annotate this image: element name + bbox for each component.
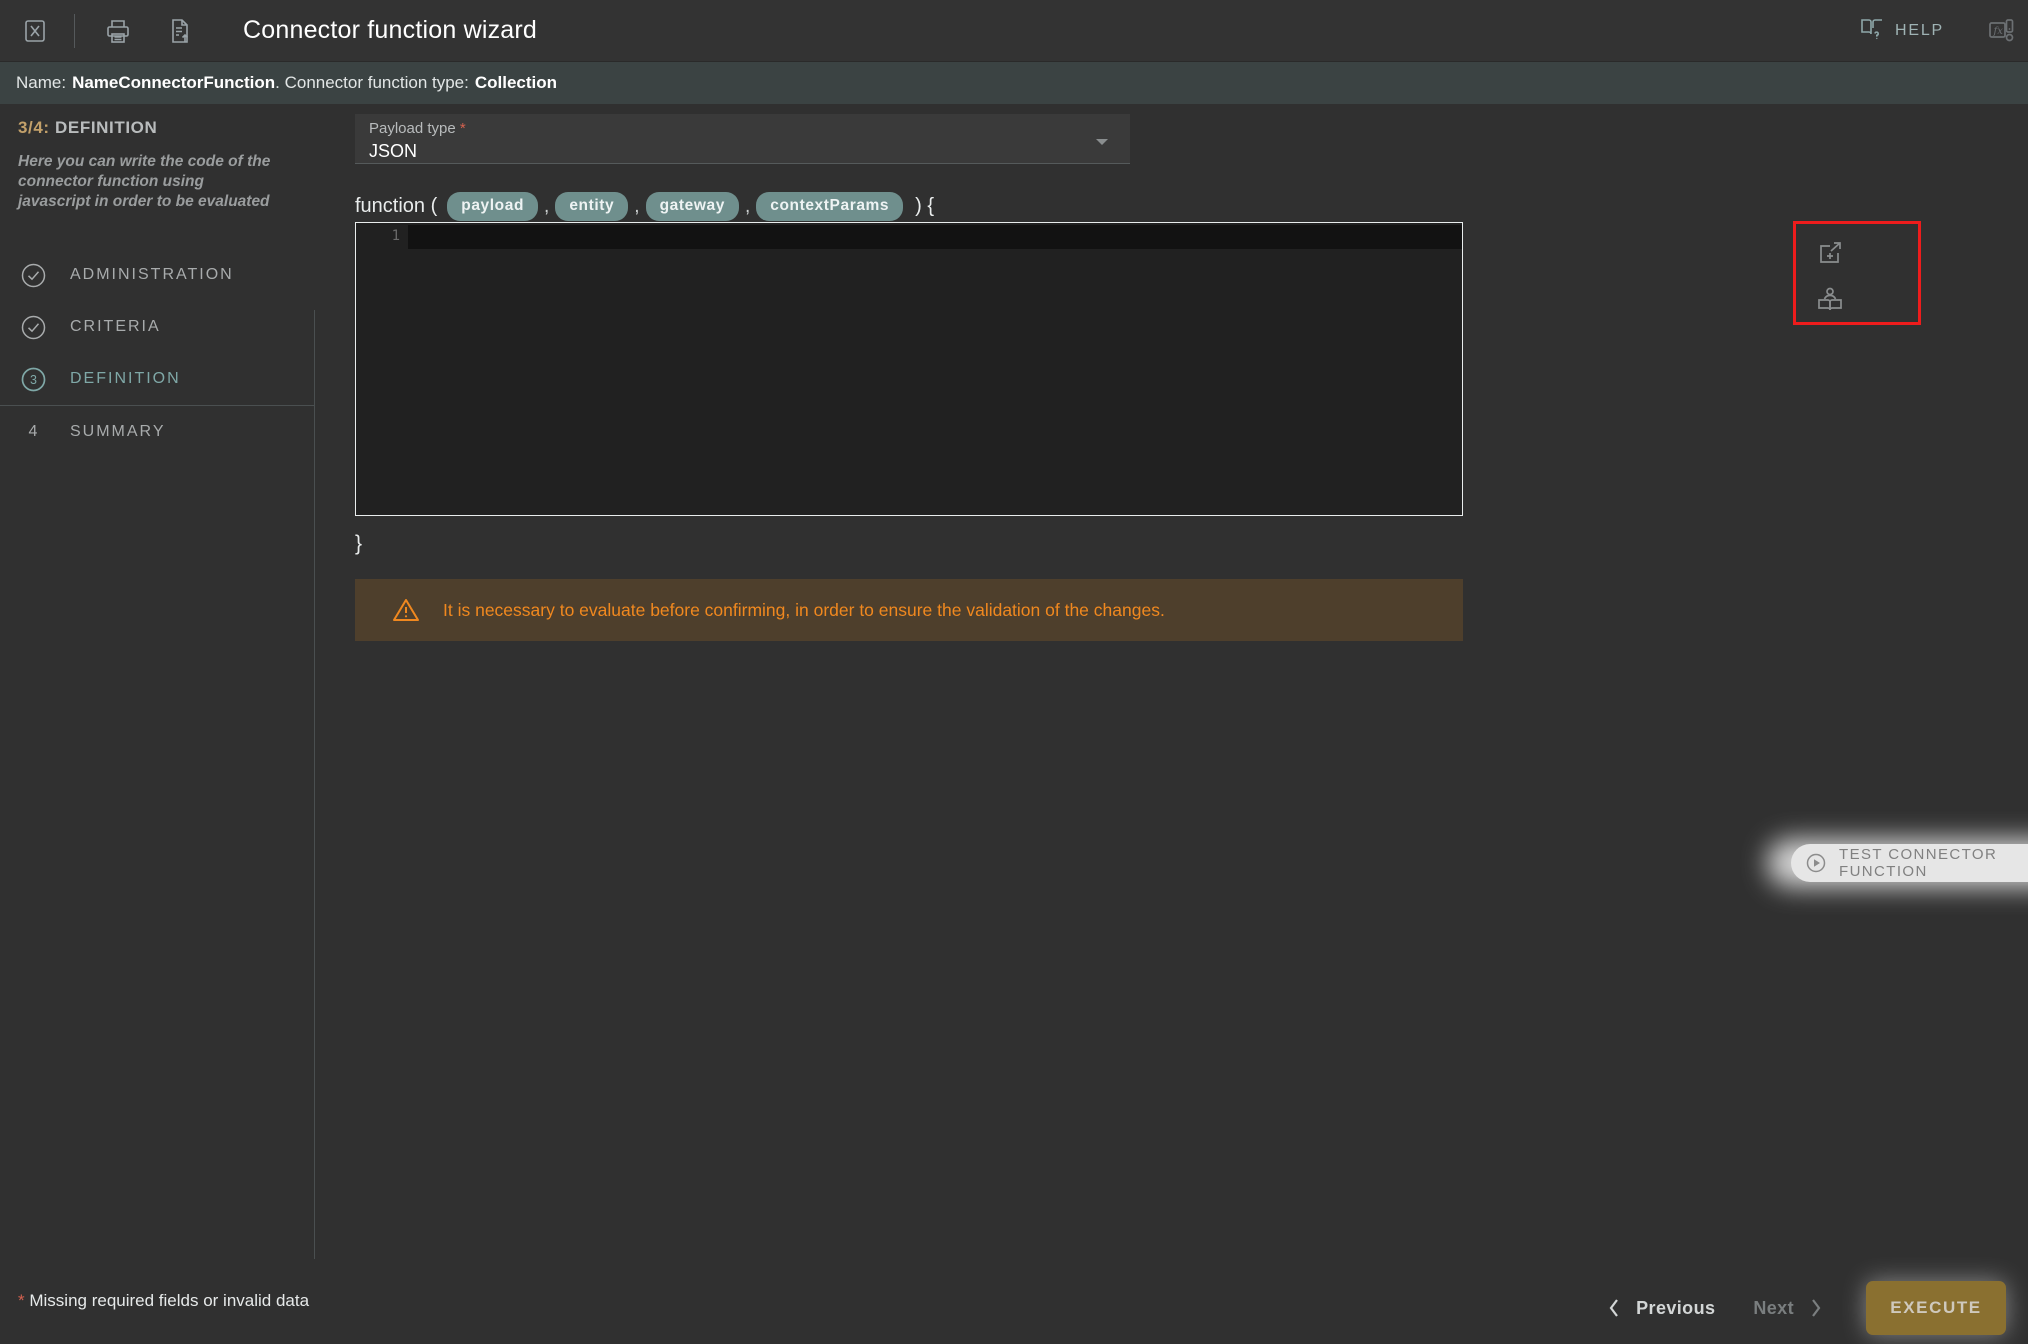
page-title: Connector function wizard [243,16,538,44]
open-in-new-add-icon[interactable] [1812,235,1848,271]
current-step-heading: 3/4: DEFINITION [18,118,315,138]
function-close-brace: } [355,532,363,555]
breadcrumb: Name: NameConnectorFunction . Connector … [0,62,2028,104]
editor-side-actions-highlight [1793,221,1921,325]
missing-fields-text: Missing required fields or invalid data [29,1291,310,1310]
next-button[interactable]: Next [1753,1297,1824,1319]
function-signature: function ( payload , entity , gateway , … [355,192,934,221]
param-separator: , [744,195,751,217]
header-actions: HELP fx [1849,9,2028,52]
current-step-fraction: 3/4: [18,118,50,137]
sidebar-item-administration[interactable]: ADMINISTRATION [0,249,315,301]
test-button-label: TEST CONNECTOR FUNCTION [1839,846,1998,880]
check-circle-icon [18,312,48,342]
missing-fields-note: * Missing required fields or invalid dat… [18,1291,309,1311]
code-input[interactable] [410,225,1460,515]
payload-type-select[interactable]: Payload type * JSON [355,114,1130,164]
editor-line-number: 1 [391,228,400,244]
execute-button-wrapper: EXECUTE [1866,1281,2006,1335]
subheader-name-value: NameConnectorFunction [72,73,276,92]
sidebar-item-label: ADMINISTRATION [70,266,234,284]
person-reading-book-icon[interactable] [1812,282,1848,318]
document-export-icon[interactable] [163,14,197,48]
print-icon[interactable] [101,14,135,48]
main-content: Payload type * JSON function ( payload ,… [315,104,2028,1259]
play-circle-icon [1805,852,1827,874]
close-box-icon[interactable] [18,14,52,48]
payload-type-value: JSON [369,141,418,161]
wizard-footer: * Missing required fields or invalid dat… [0,1259,2028,1344]
param-chip-entity[interactable]: entity [555,192,629,221]
step-description: Here you can write the code of the conne… [18,153,271,210]
svg-text:fx: fx [1993,26,2004,37]
help-button[interactable]: HELP [1849,9,1954,52]
sidebar-item-label: SUMMARY [70,422,166,440]
param-chip-gateway[interactable]: gateway [645,192,739,221]
sidebar-item-definition[interactable]: 3 DEFINITION [0,353,315,405]
subheader-type-prefix: . Connector function type: [275,73,469,92]
required-asterisk: * [18,1291,25,1310]
previous-label: Previous [1636,1297,1716,1318]
window-title-bar: Connector function wizard HELP fx [0,0,2028,62]
warning-triangle-icon [391,595,421,625]
previous-button[interactable]: Previous [1606,1297,1715,1319]
param-chip-contextparams[interactable]: contextParams [756,192,904,221]
sidebar-item-label: CRITERIA [70,318,161,336]
next-label: Next [1753,1297,1794,1318]
subheader-type-value: Collection [474,73,558,92]
evaluation-warning-banner: It is necessary to evaluate before confi… [355,579,1463,641]
sidebar-item-criteria[interactable]: CRITERIA [0,301,315,353]
wizard-navigation: Previous Next EXECUTE [1606,1281,2006,1335]
help-label: HELP [1895,21,1944,39]
book-question-icon [1859,15,1885,46]
sidebar-item-summary[interactable]: 4 SUMMARY [0,405,315,457]
test-connector-function-wrapper: TEST CONNECTOR FUNCTION [1767,839,2028,887]
payload-type-label-text: Payload type [369,120,456,137]
chevron-down-icon[interactable] [1096,139,1108,145]
payload-type-label: Payload type * [369,120,1116,137]
step-number-circle-icon: 3 [18,364,48,394]
current-step-name: DEFINITION [55,118,158,137]
function-open-brace: ) { [915,195,935,217]
execute-button[interactable]: EXECUTE [1866,1281,2006,1335]
toolbar-divider [74,13,75,48]
wizard-sidebar: 3/4: DEFINITION Here you can write the c… [0,104,315,1259]
function-keyword: function ( [355,195,438,217]
step-number: 4 [28,422,38,440]
check-circle-icon [18,260,48,290]
chevron-left-icon [1606,1297,1622,1319]
required-asterisk: * [459,120,466,137]
test-connector-function-button[interactable]: TEST CONNECTOR FUNCTION [1791,844,2028,882]
warning-message: It is necessary to evaluate before confi… [443,599,1165,620]
svg-text:3: 3 [30,373,37,387]
code-editor[interactable]: 1 [355,222,1463,516]
param-chip-payload[interactable]: payload [447,192,539,221]
function-fx-icon[interactable]: fx [1984,14,2018,48]
wizard-step-list: ADMINISTRATION CRITERIA 3 DEFINITION 4 S… [0,249,315,457]
sidebar-item-label: DEFINITION [70,370,181,388]
editor-gutter: 1 [356,223,408,515]
execute-label: EXECUTE [1890,1298,1982,1317]
param-separator: , [634,195,640,217]
param-separator: , [544,195,550,217]
chevron-right-icon [1808,1297,1824,1319]
subheader-name-prefix: Name: [16,73,67,92]
